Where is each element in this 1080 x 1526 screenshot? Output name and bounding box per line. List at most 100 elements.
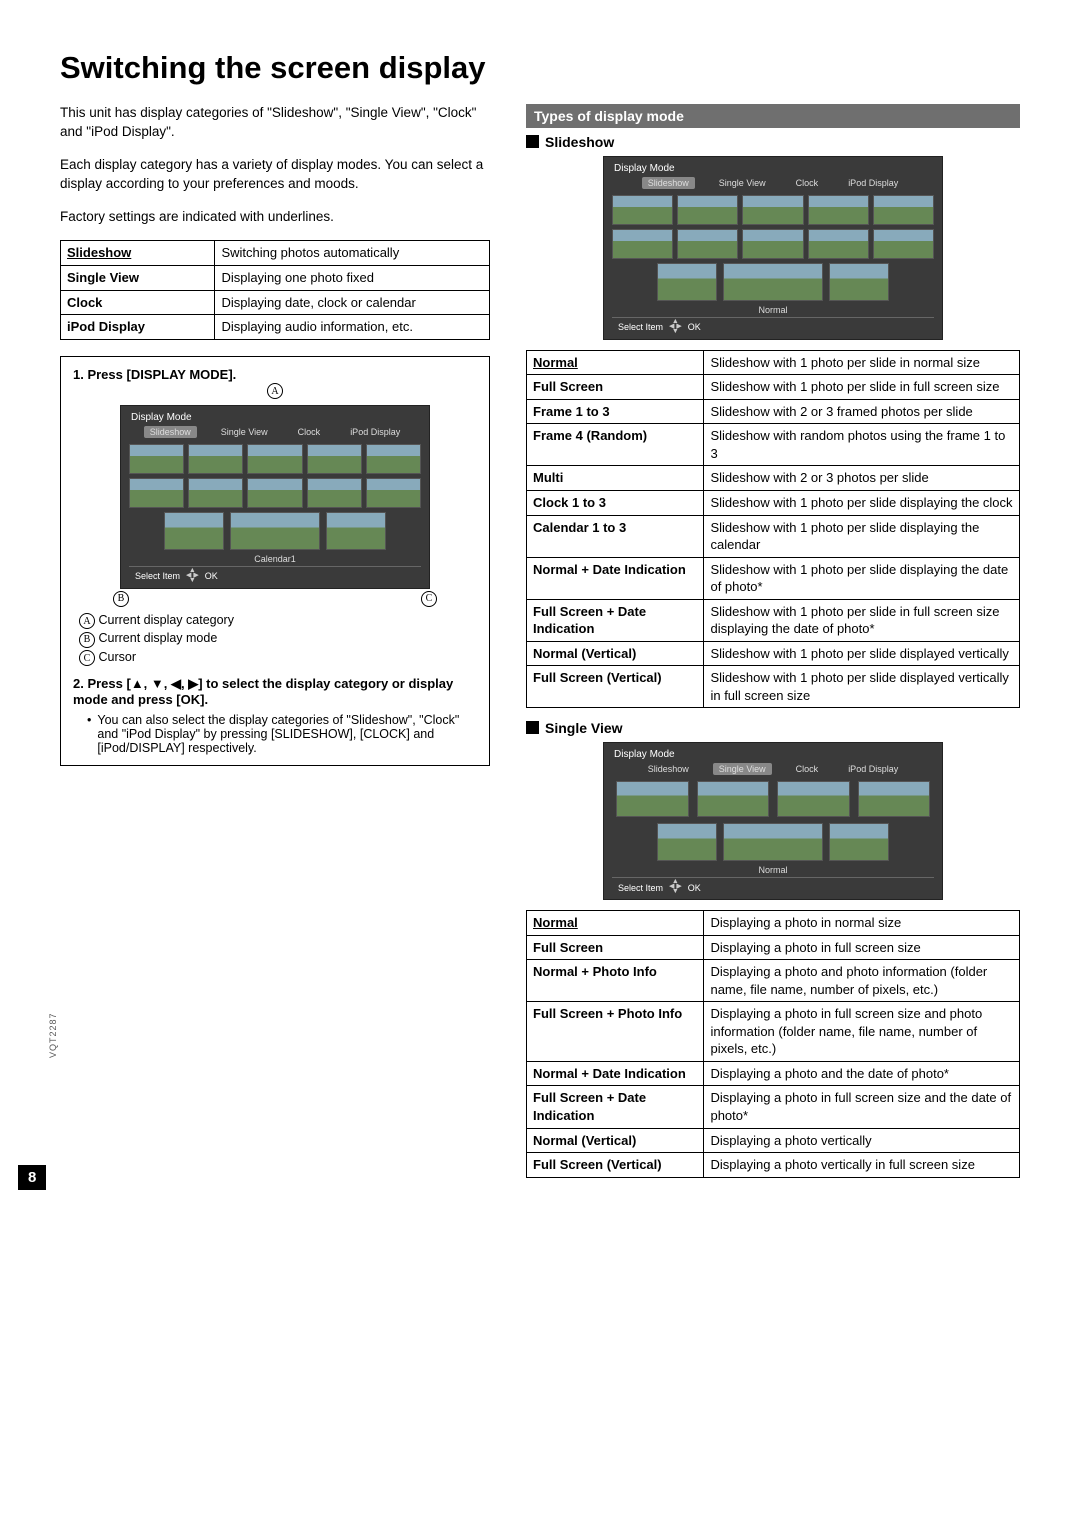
- mode-desc-cell: Displaying a photo and photo information…: [704, 960, 1020, 1002]
- mode-desc-cell: Slideshow with 1 photo per slide display…: [704, 641, 1020, 666]
- legend: A Current display category B Current dis…: [79, 613, 477, 667]
- legend-c-text: Cursor: [98, 650, 136, 664]
- display-mode-screen: Display Mode Slideshow Single View Clock…: [120, 405, 430, 589]
- doc-code: VQT2287: [48, 1012, 58, 1058]
- ok-label: OK: [688, 883, 701, 893]
- screen-mode-label: Normal: [612, 865, 934, 875]
- types-section-header: Types of display mode: [526, 104, 1020, 128]
- mode-desc-cell: Slideshow with 1 photo per slide display…: [704, 666, 1020, 708]
- tab-singleview: Single View: [215, 426, 274, 438]
- mode-desc-cell: Slideshow with 1 photo per slide in norm…: [704, 350, 1020, 375]
- thumbnail: [307, 444, 362, 474]
- legend-a-text: Current display category: [98, 613, 233, 627]
- mode-label-cell: iPod Display: [61, 315, 215, 340]
- table-row: Full Screen (Vertical)Displaying a photo…: [527, 1153, 1020, 1178]
- tab-slideshow: Slideshow: [642, 763, 695, 775]
- thumbnail: [858, 781, 931, 817]
- thumbnail: [873, 229, 934, 259]
- table-row: NormalDisplaying a photo in normal size: [527, 911, 1020, 936]
- thumbnail-selected: [723, 263, 823, 301]
- marker-b: B: [113, 591, 129, 607]
- thumbnail: [677, 195, 738, 225]
- tab-ipod: iPod Display: [344, 426, 406, 438]
- screen-title: Display Mode: [129, 412, 421, 423]
- thumbnail: [742, 229, 803, 259]
- left-column: This unit has display categories of "Sli…: [60, 104, 490, 1178]
- thumbnail: [616, 781, 689, 817]
- mode-desc-cell: Switching photos automatically: [215, 241, 490, 266]
- thumbnail: [742, 195, 803, 225]
- table-row: Frame 4 (Random)Slideshow with random ph…: [527, 424, 1020, 466]
- tab-ipod: iPod Display: [842, 763, 904, 775]
- table-row: Calendar 1 to 3Slideshow with 1 photo pe…: [527, 515, 1020, 557]
- table-row: MultiSlideshow with 2 or 3 photos per sl…: [527, 466, 1020, 491]
- table-row: Normal (Vertical)Displaying a photo vert…: [527, 1128, 1020, 1153]
- thumbnail: [612, 229, 673, 259]
- mode-label-cell: Normal + Date Indication: [527, 557, 704, 599]
- table-row: ClockDisplaying date, clock or calendar: [61, 290, 490, 315]
- mode-label-cell: Full Screen + Date Indication: [527, 1086, 704, 1128]
- marker-a: A: [267, 383, 283, 399]
- factory-note: Factory settings are indicated with unde…: [60, 208, 490, 227]
- mode-label-cell: Clock: [61, 290, 215, 315]
- mode-desc-cell: Displaying one photo fixed: [215, 266, 490, 291]
- tab-slideshow: Slideshow: [642, 177, 695, 189]
- thumbnail: [247, 478, 302, 508]
- mode-desc-cell: Displaying a photo and the date of photo…: [704, 1061, 1020, 1086]
- mode-label-cell: Normal: [527, 911, 704, 936]
- mode-desc-cell: Displaying date, clock or calendar: [215, 290, 490, 315]
- mode-label-cell: Calendar 1 to 3: [527, 515, 704, 557]
- thumbnail: [164, 512, 224, 550]
- singleview-table: NormalDisplaying a photo in normal sizeF…: [526, 910, 1020, 1178]
- slideshow-heading: Slideshow: [526, 134, 1020, 150]
- mode-desc-cell: Displaying a photo in full screen size a…: [704, 1002, 1020, 1062]
- select-item-label: Select Item: [135, 571, 180, 581]
- table-row: Full ScreenSlideshow with 1 photo per sl…: [527, 375, 1020, 400]
- legend-b-text: Current display mode: [98, 631, 217, 645]
- mode-label-cell: Normal: [527, 350, 704, 375]
- ok-label: OK: [205, 571, 218, 581]
- thumbnail: [829, 823, 889, 861]
- thumbnail: [657, 823, 717, 861]
- mode-label-cell: Normal (Vertical): [527, 1128, 704, 1153]
- mode-label-cell: Full Screen: [527, 375, 704, 400]
- instruction-box: 1. Press [DISPLAY MODE]. A Display Mode …: [60, 356, 490, 767]
- thumbnail: [366, 444, 421, 474]
- page-title: Switching the screen display: [60, 50, 1020, 86]
- mode-desc-cell: Slideshow with 1 photo per slide display…: [704, 515, 1020, 557]
- mode-label-cell: Full Screen + Photo Info: [527, 1002, 704, 1062]
- mode-desc-cell: Slideshow with random photos using the f…: [704, 424, 1020, 466]
- thumbnail: [307, 478, 362, 508]
- mode-label-cell: Multi: [527, 466, 704, 491]
- table-row: Clock 1 to 3Slideshow with 1 photo per s…: [527, 490, 1020, 515]
- marker-c: C: [421, 591, 437, 607]
- page-number: 8: [18, 1165, 46, 1190]
- table-row: Normal + Photo InfoDisplaying a photo an…: [527, 960, 1020, 1002]
- screen-title: Display Mode: [612, 163, 934, 174]
- thumbnail: [326, 512, 386, 550]
- mode-label-cell: Clock 1 to 3: [527, 490, 704, 515]
- screen-mode-label: Normal: [612, 305, 934, 315]
- table-row: NormalSlideshow with 1 photo per slide i…: [527, 350, 1020, 375]
- right-column: Types of display mode Slideshow Display …: [526, 104, 1020, 1178]
- step-1-label: 1. Press [DISPLAY MODE].: [73, 367, 477, 382]
- mode-desc-cell: Slideshow with 1 photo per slide in full…: [704, 375, 1020, 400]
- legend-a-icon: A: [79, 613, 95, 629]
- mode-label-cell: Frame 1 to 3: [527, 399, 704, 424]
- mode-desc-cell: Displaying a photo in full screen size: [704, 935, 1020, 960]
- thumbnail: [366, 478, 421, 508]
- mode-label-cell: Full Screen: [527, 935, 704, 960]
- legend-c-icon: C: [79, 650, 95, 666]
- screen-title: Display Mode: [612, 749, 934, 760]
- select-item-label: Select Item: [618, 883, 663, 893]
- mode-desc-cell: Slideshow with 1 photo per slide in full…: [704, 599, 1020, 641]
- tab-ipod: iPod Display: [842, 177, 904, 189]
- table-row: iPod DisplayDisplaying audio information…: [61, 315, 490, 340]
- thumbnail: [808, 229, 869, 259]
- thumbnail: [829, 263, 889, 301]
- select-item-label: Select Item: [618, 322, 663, 332]
- tab-clock: Clock: [790, 177, 825, 189]
- ok-label: OK: [688, 322, 701, 332]
- mode-desc-cell: Displaying audio information, etc.: [215, 315, 490, 340]
- mode-desc-cell: Slideshow with 1 photo per slide display…: [704, 490, 1020, 515]
